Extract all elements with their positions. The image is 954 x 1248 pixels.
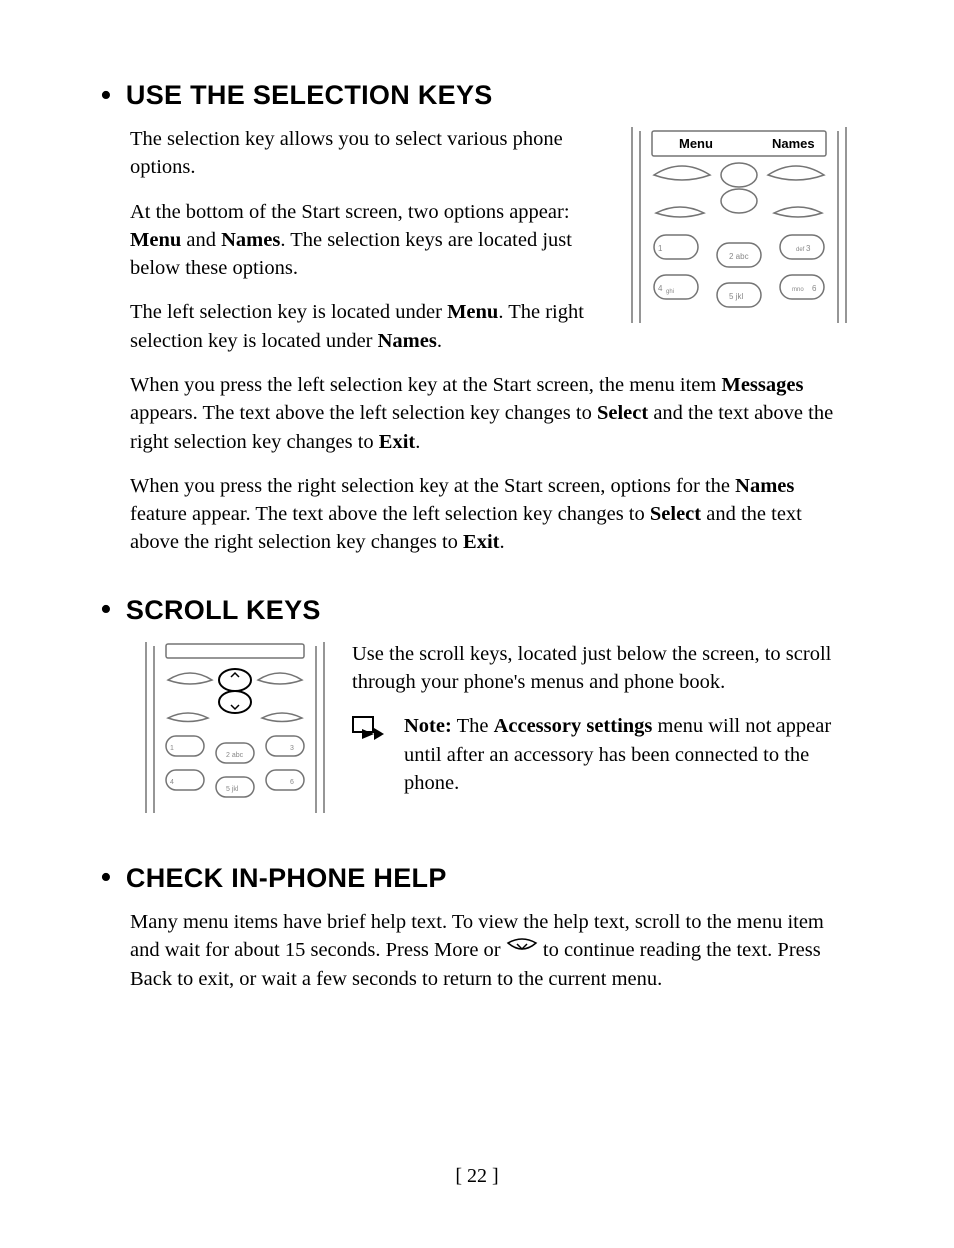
fig-names-label: Names xyxy=(772,136,815,151)
svg-text:ghi: ghi xyxy=(666,289,674,295)
bullet-icon: • xyxy=(100,864,112,892)
svg-text:5 jkl: 5 jkl xyxy=(729,292,743,301)
scroll-down-key-icon xyxy=(506,935,538,963)
heading-check-in-phone-help: CHECK IN-PHONE HELP xyxy=(126,863,447,894)
section-check-in-phone-help: • CHECK IN-PHONE HELP Many menu items ha… xyxy=(130,863,854,994)
svg-text:mno: mno xyxy=(792,287,804,293)
heading-row: • CHECK IN-PHONE HELP xyxy=(130,863,854,894)
svg-text:3: 3 xyxy=(806,244,811,253)
phone-scroll-figure: 1 2 abc 3 4 5 jkl 6 xyxy=(140,640,330,815)
bullet-icon: • xyxy=(100,82,112,110)
svg-text:3: 3 xyxy=(290,745,294,752)
svg-text:def: def xyxy=(796,247,805,253)
svg-text:6: 6 xyxy=(812,284,817,293)
para-help: Many menu items have brief help text. To… xyxy=(130,908,854,994)
svg-text:5 jkl: 5 jkl xyxy=(226,786,239,793)
section-scroll-keys: • SCROLL KEYS xyxy=(130,595,854,825)
svg-text:1: 1 xyxy=(658,244,663,253)
heading-row: • SCROLL KEYS xyxy=(130,595,854,626)
heading-scroll-keys: SCROLL KEYS xyxy=(126,595,321,626)
svg-text:4: 4 xyxy=(658,284,663,293)
note-text: Note: The Accessory settings menu will n… xyxy=(404,712,854,797)
para-4: When you press the left selection key at… xyxy=(130,371,854,456)
bullet-icon: • xyxy=(100,596,112,624)
svg-text:2 abc: 2 abc xyxy=(729,252,749,261)
note-block: Note: The Accessory settings menu will n… xyxy=(352,712,854,797)
heading-row: • USE THE SELECTION KEYS xyxy=(130,80,854,111)
fig-menu-label: Menu xyxy=(679,136,713,151)
phone-keypad-figure: Menu Names 1 2 abc 3 def 4 ghi 5 jkl 6 m… xyxy=(624,125,854,325)
note-arrow-icon xyxy=(352,716,386,747)
section-use-selection-keys: • USE THE SELECTION KEYS xyxy=(130,80,854,557)
heading-use-selection-keys: USE THE SELECTION KEYS xyxy=(126,80,493,111)
page-number: [ 22 ] xyxy=(0,1165,954,1188)
svg-text:1: 1 xyxy=(170,745,174,752)
svg-text:2 abc: 2 abc xyxy=(226,752,244,759)
svg-text:6: 6 xyxy=(290,779,294,786)
para-5: When you press the right selection key a… xyxy=(130,472,854,557)
svg-text:4: 4 xyxy=(170,779,174,786)
